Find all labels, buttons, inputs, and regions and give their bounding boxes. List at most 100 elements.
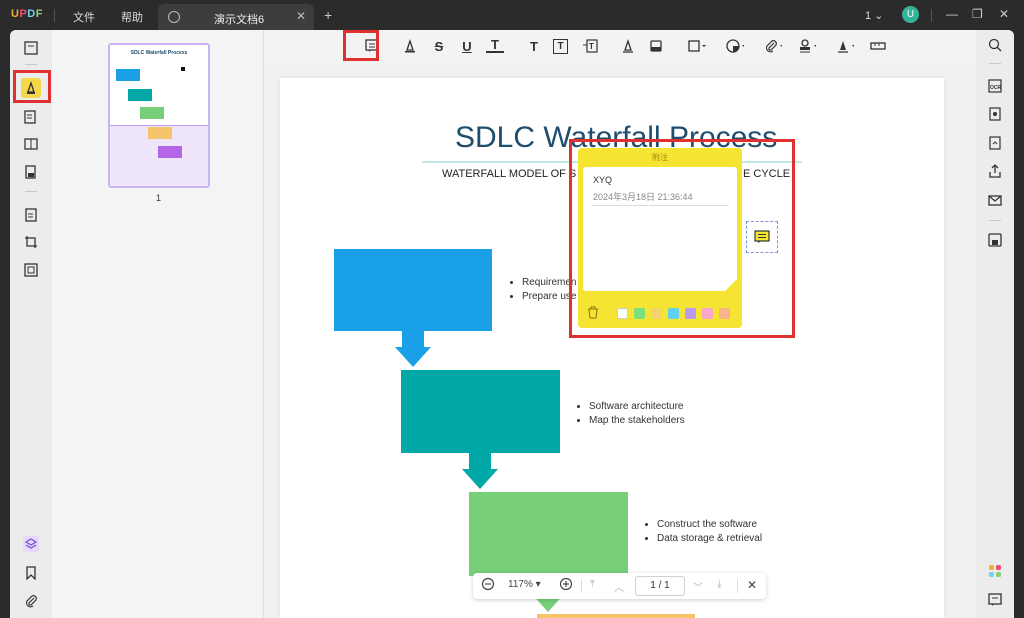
shape-tool[interactable]: [688, 37, 706, 55]
text-callout-tool[interactable]: T: [581, 37, 599, 55]
reader-mode-button[interactable]: [21, 38, 41, 58]
tab-close-button[interactable]: ✕: [296, 9, 306, 23]
list-item: Software architecture: [589, 400, 685, 414]
layers-icon: [23, 536, 39, 552]
ocr-panel-button[interactable]: OCR: [986, 77, 1004, 95]
underline-tool[interactable]: U: [458, 37, 476, 55]
comments-panel-button[interactable]: [986, 591, 1004, 609]
eraser-tool[interactable]: [647, 37, 665, 55]
sticky-note-icon: [754, 230, 770, 243]
squiggly-tool[interactable]: T: [486, 37, 504, 53]
note-date: 2024年3月18日 21:36:44: [593, 192, 693, 202]
delete-note-button[interactable]: [587, 306, 599, 322]
tab-document[interactable]: 演示文档6 ✕: [158, 4, 314, 30]
close-window-button[interactable]: ✕: [999, 7, 1009, 21]
palette-icon: [726, 39, 744, 53]
share-button[interactable]: [986, 162, 1004, 180]
color-swatch-white[interactable]: [617, 308, 628, 319]
new-tab-button[interactable]: +: [324, 7, 332, 23]
ocr-icon: OCR: [988, 79, 1002, 93]
protect-button[interactable]: [986, 105, 1004, 123]
avatar[interactable]: U: [902, 6, 919, 23]
save-icon: [988, 233, 1002, 247]
strikethrough-tool[interactable]: S: [430, 37, 448, 55]
share-icon: [989, 164, 1001, 178]
edit-pdf-button[interactable]: [21, 107, 41, 127]
mail-icon: [988, 195, 1002, 206]
crop-button[interactable]: [21, 232, 41, 252]
zoom-level-dropdown[interactable]: 117% ▾: [508, 579, 541, 590]
page-organize-button[interactable]: [21, 134, 41, 154]
waterfall-step-1: [334, 249, 492, 331]
signature-tool[interactable]: [836, 37, 854, 55]
minimize-button[interactable]: —: [946, 7, 958, 21]
color-swatch-pink[interactable]: [702, 308, 713, 319]
waterfall-step-4: [537, 614, 695, 618]
page-count-dropdown[interactable]: 1 ⌄: [865, 9, 883, 22]
export-file-icon: [989, 136, 1001, 150]
note-anchor[interactable]: [746, 221, 778, 253]
color-swatch-green[interactable]: [634, 308, 645, 319]
color-swatch-blue[interactable]: [668, 308, 679, 319]
convert-button[interactable]: [21, 205, 41, 225]
first-page-button[interactable]: ⤒: [590, 579, 594, 590]
menu-help[interactable]: 帮助: [121, 9, 143, 25]
pencil-tool[interactable]: [619, 37, 637, 55]
list-item: Construct the software: [657, 518, 762, 532]
arrow-down-icon: [395, 347, 431, 367]
measure-tool[interactable]: [870, 37, 888, 55]
step-2-bullets: Software architecture Map the stakeholde…: [577, 400, 685, 428]
highlight-tool[interactable]: [401, 37, 419, 55]
note-header: 附注: [652, 153, 668, 162]
cloud-icon: [168, 11, 180, 23]
paperclip-icon: [765, 40, 782, 53]
last-page-button[interactable]: ⤓: [717, 579, 721, 590]
attachment-button[interactable]: [21, 591, 41, 611]
chevron-up-icon: ︿: [614, 583, 624, 594]
color-swatch-orange[interactable]: [719, 308, 730, 319]
color-swatch-yellow[interactable]: [651, 308, 662, 319]
search-icon: [988, 38, 1002, 52]
color-swatch-purple[interactable]: [685, 308, 696, 319]
layers-button[interactable]: [21, 534, 41, 554]
textbox-tool[interactable]: T: [553, 39, 568, 54]
list-item: Map the stakeholders: [589, 414, 685, 428]
text-tool[interactable]: T: [525, 37, 543, 55]
page-thumbnail[interactable]: SDLC Waterfall Process: [108, 43, 210, 188]
ocr-icon: [24, 263, 38, 277]
zoom-out-button[interactable]: [481, 577, 495, 594]
export-pdf-button[interactable]: [986, 134, 1004, 152]
email-button[interactable]: [986, 191, 1004, 209]
lock-file-icon: [989, 107, 1001, 121]
note-fold: [725, 279, 737, 291]
svg-text:T: T: [589, 42, 594, 51]
previous-page-button[interactable]: ︿: [614, 579, 624, 594]
paperclip-icon: [25, 595, 37, 608]
page-number-input[interactable]: 1 / 1: [635, 576, 685, 596]
attach-file-tool[interactable]: [764, 37, 782, 55]
page-subtitle: WATERFALL MODEL OF S: [442, 168, 577, 180]
form-button[interactable]: [21, 162, 41, 182]
zoom-bar: 117% ▾ ⤒ ︿ 1 / 1 ﹀ ⤓ ✕: [473, 573, 766, 599]
zoom-in-icon: [559, 577, 573, 591]
zoom-in-button[interactable]: [559, 577, 573, 594]
waterfall-step-3: [469, 492, 628, 576]
close-zoom-bar-button[interactable]: ✕: [747, 578, 757, 592]
next-page-button[interactable]: ﹀: [693, 579, 703, 594]
save-button[interactable]: [986, 231, 1004, 249]
ai-assistant-button[interactable]: [986, 562, 1004, 580]
restore-button[interactable]: ❐: [972, 7, 983, 21]
note-text-input[interactable]: [591, 210, 729, 280]
color-tool[interactable]: [726, 37, 744, 55]
ocr-button[interactable]: [21, 260, 41, 280]
search-button[interactable]: [986, 36, 1004, 54]
stamp-tool[interactable]: [798, 37, 816, 55]
arrow-down-icon: [462, 469, 498, 489]
bookmark-icon: [26, 566, 36, 580]
step-3-bullets: Construct the software Data storage & re…: [645, 518, 762, 546]
thumbnail-panel: SDLC Waterfall Process 1: [52, 30, 264, 618]
list-item: Data storage & retrieval: [657, 532, 762, 546]
bookmark-button[interactable]: [21, 563, 41, 583]
crop-icon: [25, 236, 37, 248]
menu-file[interactable]: 文件: [73, 9, 95, 25]
